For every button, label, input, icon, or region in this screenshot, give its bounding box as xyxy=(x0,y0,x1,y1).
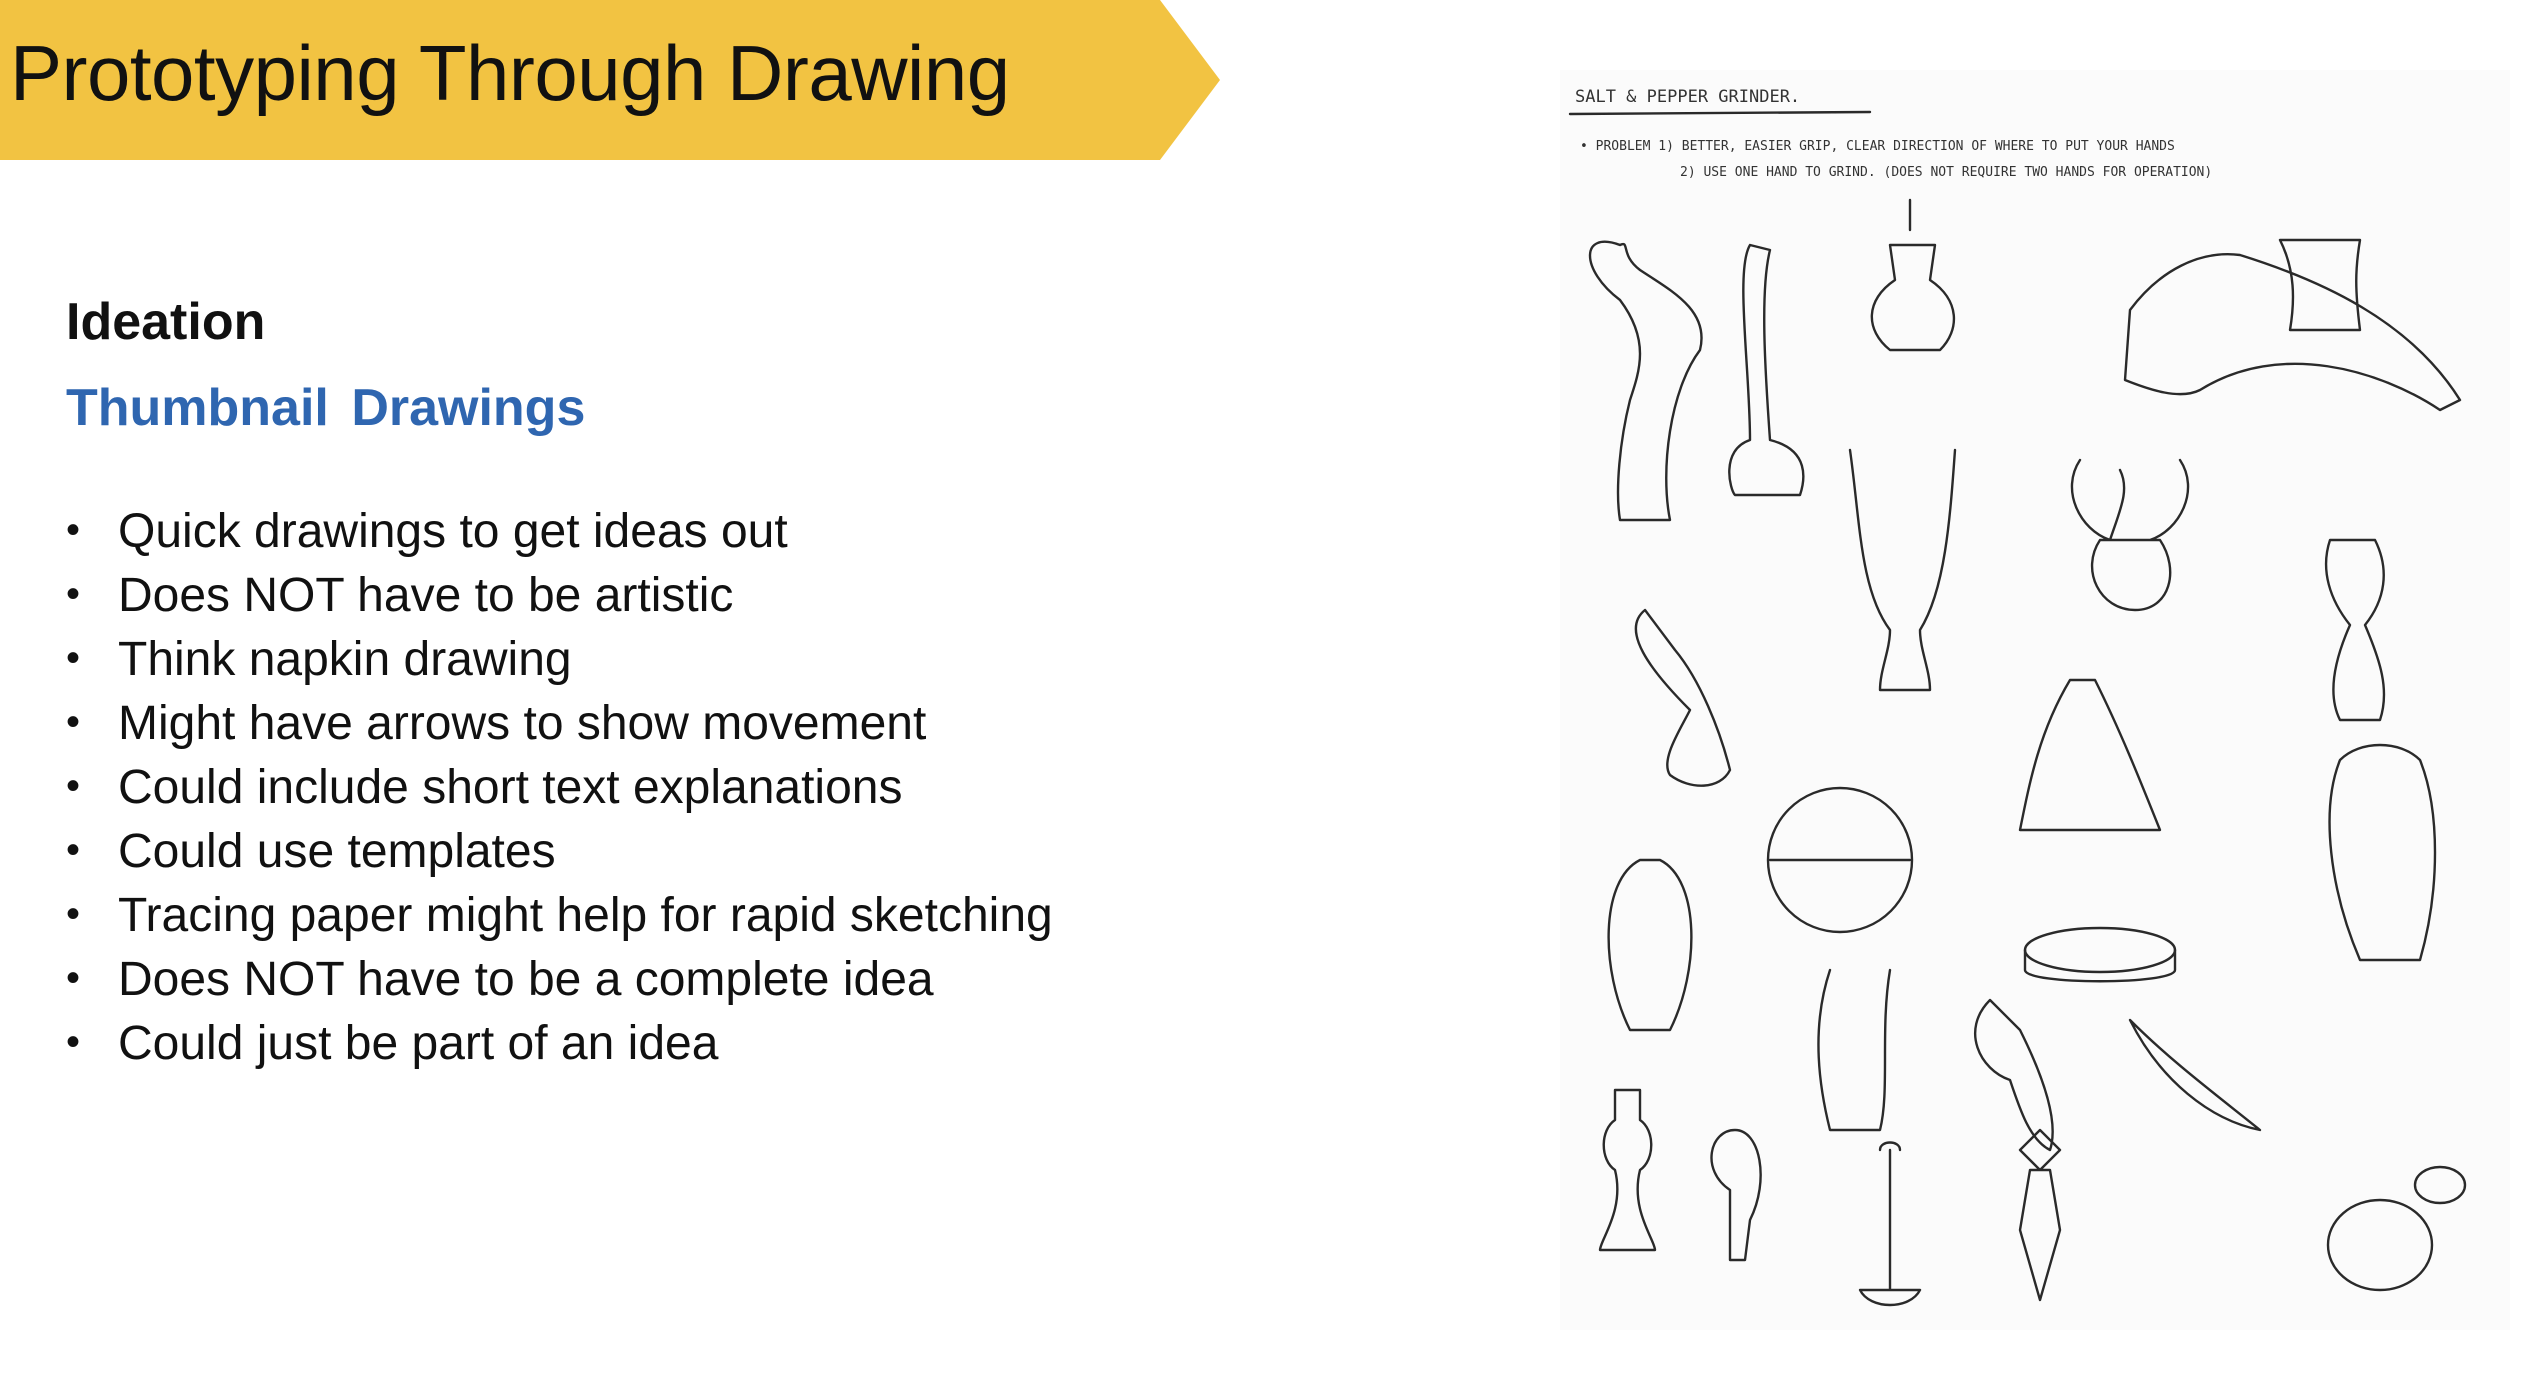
bullet-icon: • xyxy=(66,508,81,552)
bullet-icon: • xyxy=(66,572,81,616)
thumbnail-sketch-sheet: SALT & PEPPER GRINDER. • PROBLEM 1) BETT… xyxy=(1560,70,2510,1330)
bullet-text: Might have arrows to show movement xyxy=(118,697,927,750)
bullet-text: Does NOT have to be a complete idea xyxy=(118,953,934,1006)
bullet-item: • Could just be part of an idea xyxy=(66,1012,1053,1076)
bullet-text: Quick drawings to get ideas out xyxy=(118,505,788,558)
bullet-icon: • xyxy=(66,892,81,936)
bullet-item: • Could include short text explanations xyxy=(66,756,1053,820)
sketch-grinder-22-knob xyxy=(2413,1165,2467,1205)
bullet-icon: • xyxy=(66,1020,81,1064)
sketch-grinder-6 xyxy=(1848,448,1957,692)
bullet-item: • Tracing paper might help for rapid sket… xyxy=(66,884,1053,948)
bullet-item: • Quick drawings to get ideas out xyxy=(66,500,1053,564)
bullet-text: Could use templates xyxy=(118,825,556,878)
sketch-grinder-3 xyxy=(1870,198,1955,352)
section-heading: Ideation xyxy=(66,293,266,351)
sketch-grinder-11 xyxy=(2018,678,2162,832)
bullet-icon: • xyxy=(66,764,81,808)
bullet-list: • Quick drawings to get ideas out • Does N… xyxy=(66,500,1053,1076)
slide-title: Prototyping Through Drawing xyxy=(10,29,1010,117)
bullet-item: • Does NOT have to be a complete idea xyxy=(66,948,1053,1012)
sketch-title: SALT & PEPPER GRINDER. xyxy=(1575,87,1800,107)
sketch-grinder-1 xyxy=(1588,240,1703,522)
bullet-text: Could just be part of an idea xyxy=(118,1017,719,1070)
sketch-grinder-21 xyxy=(2018,1128,2062,1302)
bullet-item: • Could use templates xyxy=(66,820,1053,884)
sketch-grinder-19 xyxy=(1710,1128,1762,1262)
sketch-grinder-22 xyxy=(2326,1198,2434,1292)
sketch-grinder-9 xyxy=(1634,608,1732,787)
sketch-grinder-13 xyxy=(1607,858,1693,1032)
sketch-problem-line2: 2) USE ONE HAND TO GRIND. (DOES NOT REQU… xyxy=(1680,165,2212,180)
sketch-title-underline xyxy=(1568,110,1872,116)
bullet-icon: • xyxy=(66,700,81,744)
sketch-grinder-15 xyxy=(1817,968,1892,1132)
sketch-grinder-16 xyxy=(1973,998,2054,1152)
sketch-grinder-17 xyxy=(2128,1018,2262,1132)
bullet-icon: • xyxy=(66,956,81,1000)
bullet-item: • Does NOT have to be artistic xyxy=(66,564,1053,628)
section-subheading: Thumbnail Drawings xyxy=(66,379,586,437)
bullet-icon: • xyxy=(66,828,81,872)
sketch-grinder-14 xyxy=(2023,926,2177,974)
bullet-icon: • xyxy=(66,636,81,680)
bullet-text: Think napkin drawing xyxy=(118,633,572,686)
bullet-text: Could include short text explanations xyxy=(118,761,903,814)
bullet-text: Does NOT have to be artistic xyxy=(118,569,734,622)
bullet-text: Tracing paper might help for rapid sketc… xyxy=(118,889,1053,942)
sketch-drawings: SALT & PEPPER GRINDER. • PROBLEM 1) BETT… xyxy=(1568,87,2467,1307)
sketch-grinder-18 xyxy=(1598,1088,1657,1252)
sketch-problem-line1: • PROBLEM 1) BETTER, EASIER GRIP, CLEAR … xyxy=(1580,139,2175,154)
sketch-grinder-12 xyxy=(2328,743,2437,962)
sketch-grinder-8 xyxy=(2324,538,2386,722)
sketch-grinder-20 xyxy=(1858,1141,1922,1307)
bullet-item: • Think napkin drawing xyxy=(66,628,1053,692)
bullet-item: • Might have arrows to show movement xyxy=(66,692,1053,756)
sketch-grinder-7 xyxy=(2070,458,2190,612)
sketch-grinder-2 xyxy=(1728,243,1805,497)
